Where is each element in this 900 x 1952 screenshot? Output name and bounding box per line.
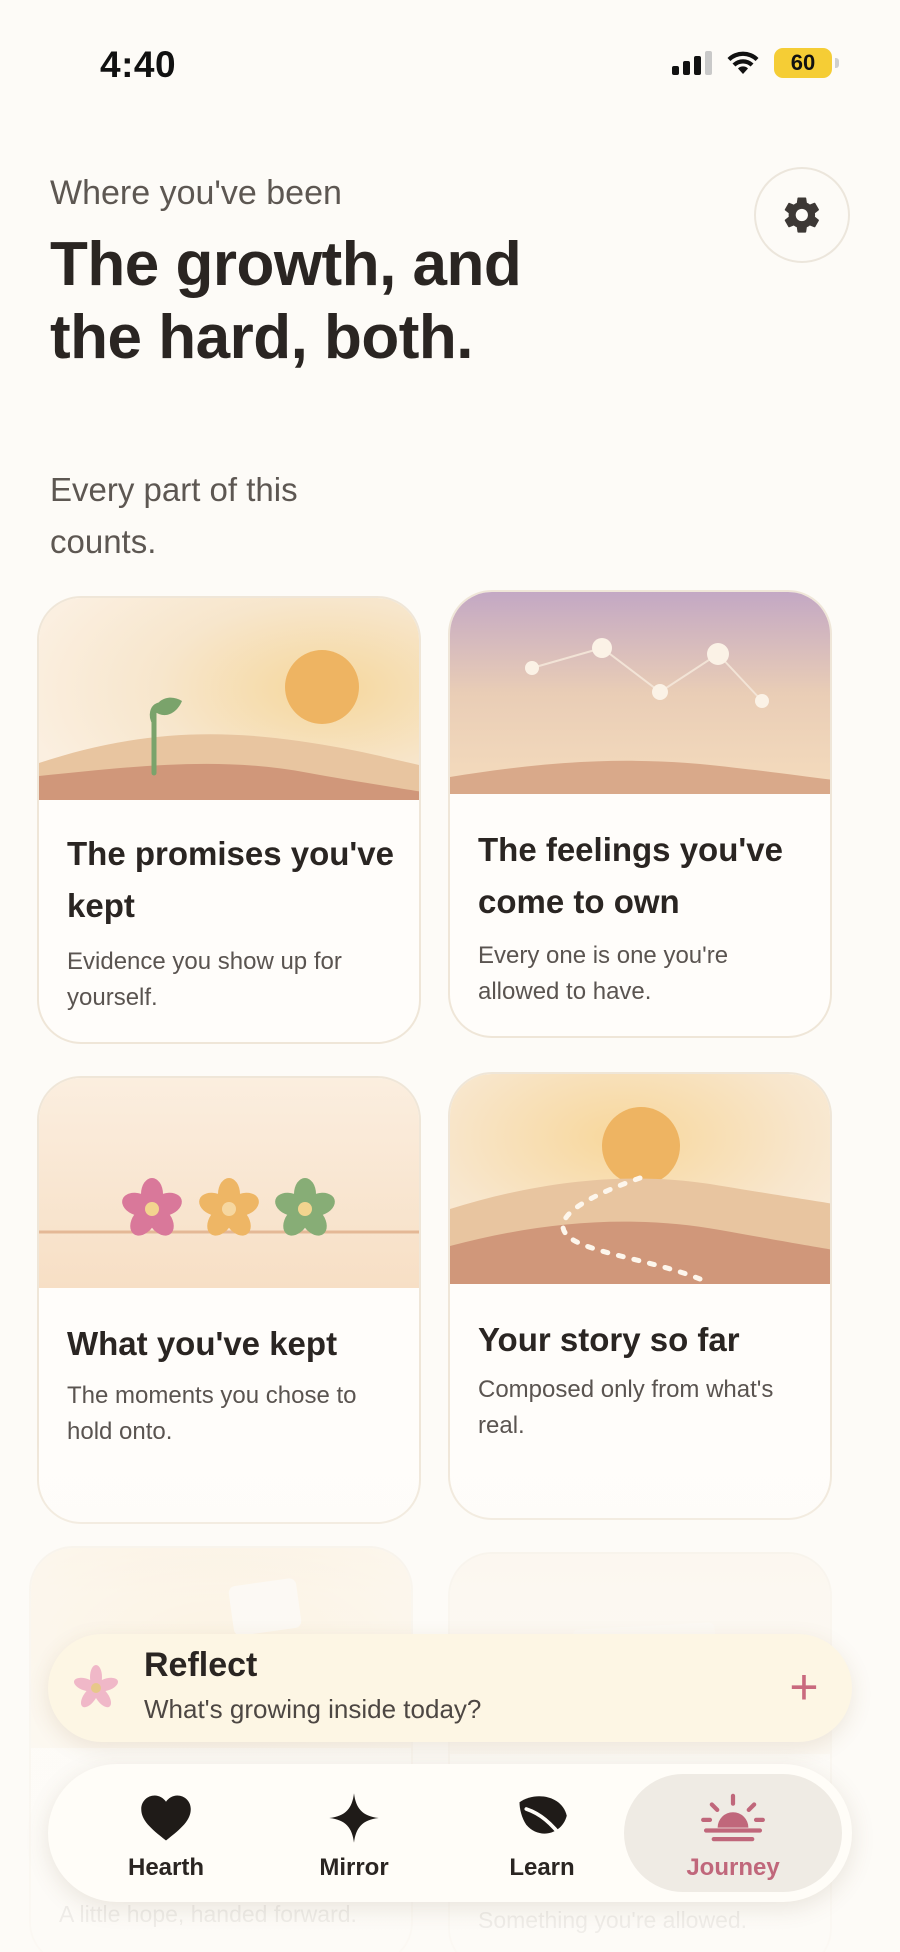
card-promises-kept[interactable]: The promises you've kept Evidence you sh… [37, 596, 421, 1044]
tab-journey[interactable]: Journey [624, 1774, 842, 1892]
status-bar: 4:40 60 [0, 0, 900, 110]
heart-icon [141, 1795, 191, 1841]
reflect-title: Reflect [144, 1646, 258, 1684]
wifi-icon [727, 51, 759, 74]
cellular-signal-icon [672, 51, 712, 75]
page-eyebrow: Where you've been [50, 174, 342, 212]
settings-button[interactable] [754, 167, 850, 263]
card-illustration-constellation [450, 592, 830, 794]
tab-hearth[interactable]: Hearth [68, 1774, 264, 1892]
tab-learn[interactable]: Learn [444, 1774, 640, 1892]
card-description: Something you're allowed. [478, 1907, 748, 1933]
add-reflection-button[interactable]: + [776, 1660, 832, 1716]
card-what-kept[interactable]: What you've kept The moments you chose t… [37, 1076, 421, 1524]
card-description: The moments you chose to hold onto. [67, 1382, 357, 1445]
card-illustration-flowers [39, 1078, 419, 1288]
card-description: Evidence you show up for yourself. [67, 948, 342, 1011]
reflect-prompt[interactable]: Reflect What's growing inside today? + [48, 1634, 852, 1742]
card-title: Your story so far [478, 1321, 740, 1358]
card-description: Every one is one you're allowed to have. [478, 942, 729, 1005]
tab-label: Journey [686, 1854, 780, 1881]
gear-icon [784, 197, 819, 233]
status-time: 4:40 [100, 44, 177, 85]
card-story-so-far[interactable]: Your story so far Composed only from wha… [448, 1072, 832, 1520]
leaf-icon [519, 1796, 567, 1843]
tab-label: Hearth [127, 1854, 205, 1881]
reflect-subtitle: What's growing inside today? [144, 1694, 482, 1724]
page-subtitle: Every part of this counts. [50, 471, 298, 560]
card-title: The feelings you've come to own [478, 831, 783, 920]
card-illustration-path [450, 1074, 830, 1284]
card-description: Composed only from what's real. [478, 1376, 774, 1439]
status-indicators: 60 [672, 48, 839, 78]
sparkle-icon [329, 1793, 379, 1843]
flower-icon [73, 1665, 119, 1708]
tab-mirror[interactable]: Mirror [256, 1774, 452, 1892]
card-title: The promises you've kept [67, 835, 394, 924]
card-illustration-sprout [39, 598, 419, 800]
tab-bar: Hearth Mirror Learn Journey [48, 1764, 852, 1902]
tab-label: Learn [509, 1854, 575, 1881]
tab-label: Mirror [319, 1854, 389, 1881]
sunrise-icon [701, 1793, 765, 1842]
card-title: What you've kept [67, 1325, 338, 1362]
battery-indicator: 60 [774, 48, 839, 78]
card-feelings-owned[interactable]: The feelings you've come to own Every on… [448, 590, 832, 1038]
page-title: The growth, and the hard, both. [50, 230, 522, 372]
